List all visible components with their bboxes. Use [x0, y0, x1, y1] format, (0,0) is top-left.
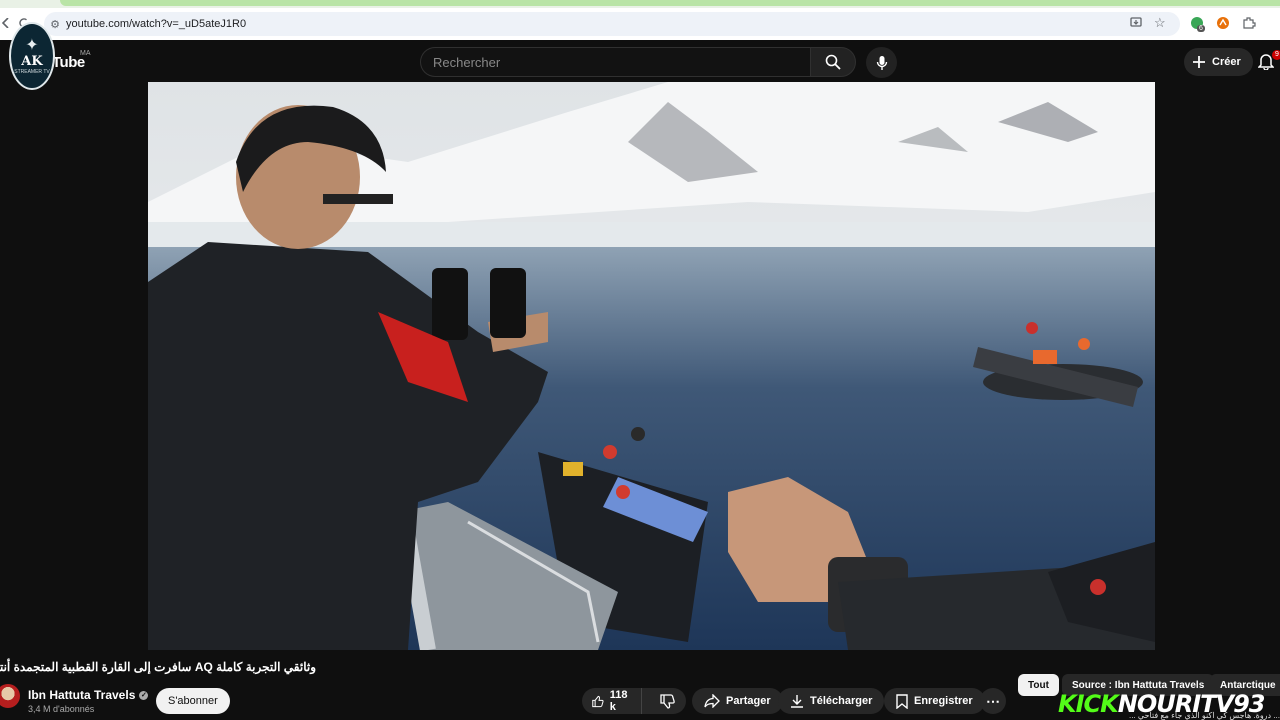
like-button[interactable]: 118 k	[582, 688, 642, 714]
chip-all[interactable]: Tout	[1018, 674, 1059, 696]
thumbs-down-icon	[660, 693, 675, 709]
voice-search-button[interactable]	[866, 47, 897, 78]
channel-name-row[interactable]: Ibn Hattuta Travels ✓	[28, 688, 149, 702]
logo-subtext: STREAMER TV	[14, 68, 50, 75]
extension-badge: 6	[1197, 25, 1205, 32]
site-info-icon[interactable]: ⚙	[44, 18, 66, 31]
bookmark-icon	[896, 693, 908, 709]
url-text: youtube.com/watch?v=_uD5ateJ1R0	[66, 18, 247, 30]
notification-count-badge: 9	[1272, 50, 1280, 60]
back-arrow-icon[interactable]	[2, 18, 10, 28]
subscribe-button[interactable]: S'abonner	[156, 688, 230, 714]
install-app-icon[interactable]	[1130, 17, 1143, 29]
microphone-icon	[876, 55, 887, 70]
chat-ticker: ... دروة. هاجس كي اكنو الذي جاء مع فتاحي…	[1129, 711, 1280, 720]
tab-strip-accent	[60, 0, 1280, 6]
address-bar[interactable]: ⚙ youtube.com/watch?v=_uD5ateJ1R0	[44, 12, 1180, 36]
like-dislike-group: 118 k	[582, 688, 686, 714]
share-label: Partager	[726, 695, 771, 707]
youtube-header: Tube MA Créer 9	[0, 40, 1280, 82]
channel-logo-watermark: ✦ AK STREAMER TV	[9, 22, 55, 90]
download-label: Télécharger	[810, 695, 873, 707]
bookmark-star-icon[interactable]: ☆	[1154, 15, 1166, 31]
search-box	[420, 47, 810, 77]
download-icon	[791, 695, 803, 708]
plus-icon	[1193, 56, 1205, 68]
more-actions-button[interactable]: ⋯	[980, 688, 1006, 714]
channel-avatar[interactable]	[0, 684, 20, 708]
video-title: وثائقي التجربة كاملة AQ سافرت إلى القارة…	[0, 660, 316, 674]
extension-orange-icon[interactable]	[1216, 16, 1230, 30]
eagle-icon: ✦	[25, 36, 39, 54]
dislike-button[interactable]	[648, 688, 687, 714]
subscriber-count: 3,4 M d'abonnés	[28, 704, 95, 714]
search-input[interactable]	[433, 54, 810, 70]
channel-name[interactable]: Ibn Hattuta Travels	[28, 688, 135, 702]
share-arrow-icon	[704, 694, 720, 708]
save-button[interactable]: Enregistrer	[884, 688, 985, 714]
video-frame	[148, 82, 1155, 650]
create-button[interactable]: Créer	[1184, 48, 1253, 76]
logo-text: AK	[21, 53, 43, 69]
search-icon	[825, 54, 841, 70]
extensions-puzzle-icon[interactable]	[1242, 16, 1256, 30]
create-label: Créer	[1212, 56, 1241, 68]
video-player[interactable]	[148, 82, 1155, 650]
save-label: Enregistrer	[914, 695, 973, 707]
thumbs-up-icon	[592, 695, 604, 707]
browser-toolbar: ⚙ youtube.com/watch?v=_uD5ateJ1R0 ☆ 6	[0, 8, 1280, 40]
browser-tab-strip	[0, 0, 1280, 8]
search-button[interactable]	[810, 47, 856, 77]
download-button[interactable]: Télécharger	[778, 688, 885, 714]
share-button[interactable]: Partager	[692, 688, 783, 714]
like-count: 118 k	[609, 689, 628, 713]
verified-check-icon: ✓	[139, 690, 149, 700]
region-code: MA	[80, 50, 91, 57]
